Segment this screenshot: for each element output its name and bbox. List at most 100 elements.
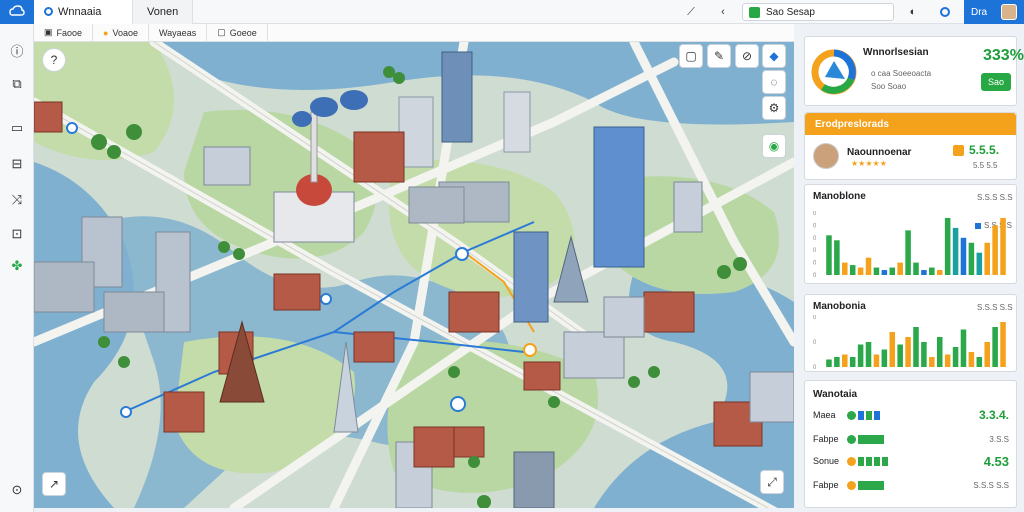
- subtab-1[interactable]: ▣ Faooe: [34, 23, 94, 42]
- metric-row: Fabpe S.S.S S.S: [813, 477, 1009, 493]
- map-help-button[interactable]: ?: [42, 48, 66, 72]
- subtab-1-label: Faooe: [56, 27, 83, 38]
- chart2-title: Manobonia: [813, 301, 866, 312]
- chart-bar: [944, 217, 951, 275]
- chart2-card: Manobonia S.S.S S.S 0 0 0: [804, 294, 1017, 372]
- chart-bar: [865, 342, 872, 367]
- chart-bar: [952, 227, 959, 275]
- y-tick-label: 0: [813, 211, 817, 217]
- status-label: Sao Sesap: [766, 6, 815, 18]
- chart-bar: [834, 357, 840, 367]
- image-icon: ▢: [217, 27, 226, 37]
- metric-value: 4.53: [983, 453, 1009, 469]
- folder-icon[interactable]: ⊟: [9, 156, 25, 172]
- chart-bar: [849, 357, 856, 367]
- subtab-3[interactable]: Wayaeas: [149, 23, 208, 42]
- chart-icon[interactable]: ⧉: [9, 76, 25, 92]
- zoom-icon[interactable]: ◌: [762, 70, 786, 94]
- sub-toolbar: ▣ Faooe ● Voaoe Wayaeas ▢ Goeoe: [34, 23, 794, 42]
- edit-icon[interactable]: ✎: [707, 44, 731, 68]
- summary-button[interactable]: Sao: [981, 73, 1011, 91]
- chart-bar: [897, 344, 903, 367]
- tab-main-icon: [44, 7, 53, 16]
- route-icon[interactable]: ⟋: [678, 2, 704, 22]
- status-field[interactable]: Sao Sesap: [742, 3, 894, 21]
- shuffle-icon[interactable]: ⤨: [9, 192, 25, 208]
- chart-bar: [857, 344, 864, 367]
- metric-bar: [858, 456, 864, 466]
- puzzle-icon[interactable]: ✤: [9, 258, 25, 274]
- tab-view[interactable]: Vonen: [133, 0, 194, 24]
- metric-label: Fabpe: [813, 434, 839, 444]
- metric-bar: [874, 456, 880, 466]
- chart-bar: [826, 359, 832, 367]
- map-canvas[interactable]: [34, 42, 794, 508]
- chart-bar: [1000, 322, 1006, 367]
- chart-bar: [826, 235, 832, 275]
- subtab-4[interactable]: ▢ Goeoe: [207, 23, 268, 42]
- compass-icon[interactable]: ⊘: [735, 44, 759, 68]
- status-dot-icon: [749, 6, 760, 18]
- chart-bar: [936, 270, 943, 275]
- help-circle-icon[interactable]: ⊙: [9, 482, 25, 498]
- chart-bar: [960, 237, 967, 275]
- chart-bar: [913, 327, 919, 367]
- chart-bar: [873, 354, 880, 367]
- chart-bar: [834, 240, 840, 275]
- chart1-top-right: S.S.S S.S: [977, 193, 1013, 202]
- badge-icon: ●: [103, 27, 109, 38]
- collapse-icon[interactable]: ‹: [710, 2, 736, 22]
- metric-dot-icon: [847, 480, 856, 490]
- tab-main[interactable]: Wnnaaia: [34, 0, 133, 24]
- expand-icon[interactable]: ↗: [42, 472, 66, 496]
- pin-icon[interactable]: ◆: [762, 44, 786, 68]
- top-bar: Wnnaaia Vonen ⟋ ‹ Sao Sesap ◐ Dra: [0, 0, 1024, 24]
- metric-dot-icon: [847, 410, 856, 420]
- chart-bar: [921, 342, 927, 367]
- chart-bar: [889, 267, 896, 275]
- chart1-plot: 0 0 0 0 0 0: [813, 211, 1006, 277]
- chart-bar: [849, 265, 856, 275]
- chart-bar: [881, 270, 888, 275]
- metrics-title: Wanotaia: [813, 389, 858, 400]
- metric-row: Sonue 4.53: [813, 453, 1009, 469]
- summary-percent: 333%: [983, 47, 1024, 64]
- chart-bar: [913, 262, 919, 275]
- book-icon[interactable]: ▭: [9, 120, 25, 136]
- y-tick-label: 0: [813, 236, 817, 242]
- package-icon[interactable]: ⊡: [9, 226, 25, 242]
- metric-label: Sonue: [813, 456, 840, 466]
- chart-bar: [865, 257, 872, 275]
- info-icon[interactable]: ⓘ: [9, 42, 25, 59]
- app-logo-icon[interactable]: [0, 0, 34, 24]
- user-menu[interactable]: Dra: [964, 0, 1024, 24]
- settings-icon[interactable]: ⚙: [762, 96, 786, 120]
- y-tick-label: 0: [813, 365, 817, 369]
- metric-bar: [858, 410, 864, 420]
- chart-bar: [1000, 217, 1006, 275]
- left-rail: ⓘ ⧉ ▭ ⊟ ⤨ ⊡ ✤ ⊙: [0, 24, 34, 512]
- summary-card: Wnnorlsesian 333% o caa Soeeoacta Soo So…: [804, 36, 1024, 106]
- layers-icon[interactable]: ▢: [679, 44, 703, 68]
- city-map[interactable]: ? ▢ ✎ ⊘ ◆ ◌ ⚙ ◉ ↗ ⤢: [34, 42, 794, 508]
- chart-bar: [929, 357, 935, 367]
- leader-name: Naounnoenar: [847, 147, 912, 158]
- circle-icon[interactable]: [932, 2, 958, 22]
- chart-bar: [968, 352, 975, 367]
- metric-label: Fabpe: [813, 480, 839, 490]
- metrics-card: Wanotaia Maea 3.3.4. Fabpe 3.S.S Sonue 4…: [804, 380, 1017, 508]
- metric-dot-icon: [847, 456, 856, 466]
- summary-line2: Soo Soao: [871, 82, 907, 91]
- fullscreen-icon[interactable]: ⤢: [760, 470, 784, 494]
- grid-icon: ▣: [44, 27, 53, 37]
- chart2-top-right: S.S.S S.S: [977, 303, 1013, 312]
- subtab-2[interactable]: ● Voaoe: [93, 23, 150, 42]
- leader-sub-value: 5.5 5.5: [973, 161, 998, 170]
- leader-avatar: [813, 143, 839, 169]
- metric-bar: [858, 434, 884, 444]
- chart1-title: Manoblone: [813, 191, 866, 202]
- locate-icon[interactable]: ◐: [900, 2, 926, 22]
- metric-bar: [866, 410, 872, 420]
- subtab-2-label: Voaoe: [112, 27, 139, 38]
- locate-map-icon[interactable]: ◉: [762, 134, 786, 158]
